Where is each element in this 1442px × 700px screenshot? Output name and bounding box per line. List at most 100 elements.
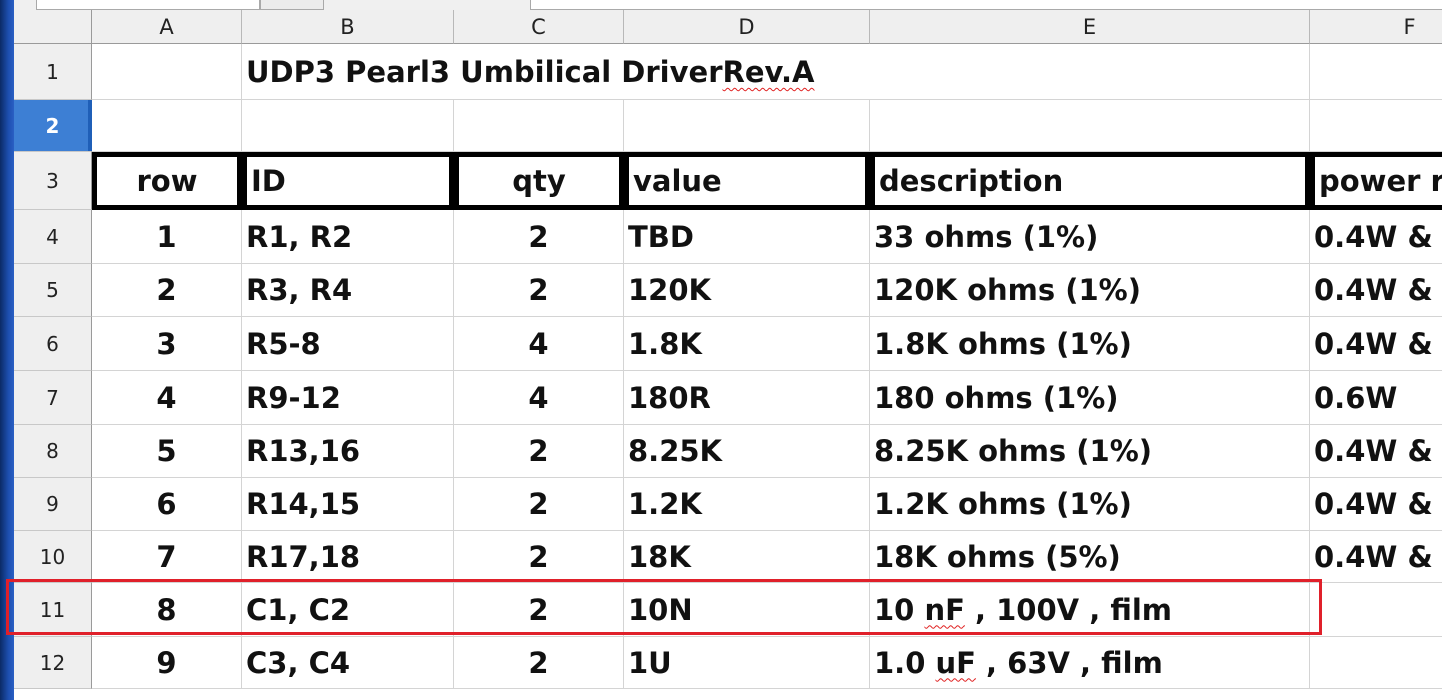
cell-qty[interactable]: 4 bbox=[454, 317, 624, 371]
cell-description[interactable]: 1.0 uF , 63V , film bbox=[870, 637, 1310, 689]
cell-power[interactable]: 0.4W & bbox=[1310, 478, 1442, 531]
column-header-f[interactable]: F bbox=[1310, 10, 1442, 44]
cell-id[interactable]: R17,18 bbox=[242, 531, 454, 583]
cell-row[interactable]: 1 bbox=[92, 210, 242, 264]
cell[interactable] bbox=[1310, 100, 1442, 152]
desc-text: 1.0 bbox=[874, 645, 936, 680]
cell[interactable] bbox=[1310, 44, 1442, 100]
cell-value[interactable]: 10N bbox=[624, 583, 870, 637]
row-header-6[interactable]: 6 bbox=[14, 317, 92, 371]
column-header-e[interactable]: E bbox=[870, 10, 1310, 44]
cell-qty[interactable]: 2 bbox=[454, 583, 624, 637]
cell-power[interactable] bbox=[1310, 583, 1442, 637]
cell-id[interactable]: R3, R4 bbox=[242, 264, 454, 317]
cell-value[interactable]: TBD bbox=[624, 210, 870, 264]
name-box-dropdown[interactable] bbox=[260, 0, 324, 10]
cell-description[interactable]: 180 ohms (1%) bbox=[870, 371, 1310, 425]
cell-id[interactable]: R9-12 bbox=[242, 371, 454, 425]
formula-input[interactable] bbox=[530, 0, 1442, 10]
cell-qty[interactable]: 2 bbox=[454, 531, 624, 583]
sheet-title[interactable]: UDP3 Pearl3 Umbilical Driver Rev.A bbox=[242, 44, 815, 100]
desc-text: , 63V , film bbox=[975, 645, 1163, 680]
cell[interactable] bbox=[870, 44, 1310, 100]
cell-qty[interactable]: 2 bbox=[454, 264, 624, 317]
cell-qty[interactable]: 4 bbox=[454, 371, 624, 425]
cell-power[interactable]: 0.4W & bbox=[1310, 317, 1442, 371]
cell-row[interactable]: 8 bbox=[92, 583, 242, 637]
header-value[interactable]: value bbox=[624, 152, 870, 210]
cell-qty[interactable]: 2 bbox=[454, 637, 624, 689]
cell-row[interactable]: 4 bbox=[92, 371, 242, 425]
cell-value[interactable]: 8.25K bbox=[624, 425, 870, 478]
row-header-2[interactable]: 2 bbox=[14, 100, 92, 152]
cell-qty[interactable]: 2 bbox=[454, 425, 624, 478]
cell-qty[interactable]: 2 bbox=[454, 478, 624, 531]
header-qty[interactable]: qty bbox=[454, 152, 624, 210]
cell-power[interactable]: 0.6W bbox=[1310, 371, 1442, 425]
cell-value[interactable]: 1.8K bbox=[624, 317, 870, 371]
cell-value[interactable]: 180R bbox=[624, 371, 870, 425]
row-header-12[interactable]: 12 bbox=[14, 637, 92, 689]
cell-row[interactable]: 5 bbox=[92, 425, 242, 478]
cell-id[interactable]: R5-8 bbox=[242, 317, 454, 371]
cell-description[interactable]: 33 ohms (1%) bbox=[870, 210, 1310, 264]
cell[interactable] bbox=[870, 100, 1310, 152]
cell-description[interactable]: 1.2K ohms (1%) bbox=[870, 478, 1310, 531]
row-header-4[interactable]: 4 bbox=[14, 210, 92, 264]
cell-row[interactable]: 2 bbox=[92, 264, 242, 317]
cell-id[interactable]: C1, C2 bbox=[242, 583, 454, 637]
cell-row[interactable]: 6 bbox=[92, 478, 242, 531]
cell-power[interactable] bbox=[1310, 637, 1442, 689]
cell-row[interactable]: 9 bbox=[92, 637, 242, 689]
cell-description[interactable]: 120K ohms (1%) bbox=[870, 264, 1310, 317]
cell-value[interactable]: 18K bbox=[624, 531, 870, 583]
row-header-9[interactable]: 9 bbox=[14, 478, 92, 531]
cell[interactable] bbox=[454, 100, 624, 152]
formula-toolbar bbox=[14, 0, 1442, 10]
cell[interactable] bbox=[92, 100, 242, 152]
row-header-5[interactable]: 5 bbox=[14, 264, 92, 317]
cell-value[interactable]: 120K bbox=[624, 264, 870, 317]
cell-row[interactable]: 3 bbox=[92, 317, 242, 371]
row-header-11[interactable]: 11 bbox=[14, 583, 92, 637]
cell-description[interactable]: 10 nF , 100V , film bbox=[870, 583, 1310, 637]
row-header-3[interactable]: 3 bbox=[14, 152, 92, 210]
cell-power[interactable]: 0.4W & bbox=[1310, 531, 1442, 583]
cell-row[interactable]: 7 bbox=[92, 531, 242, 583]
cell-description[interactable]: 1.8K ohms (1%) bbox=[870, 317, 1310, 371]
cell[interactable] bbox=[242, 100, 454, 152]
sheet-title-revision: Rev.A bbox=[722, 55, 815, 89]
header-row[interactable]: row bbox=[92, 152, 242, 210]
cell-id[interactable]: R13,16 bbox=[242, 425, 454, 478]
spreadsheet-grid[interactable]: A B C D E F 1 2 3 row ID qty value description power r… bbox=[14, 10, 1442, 700]
cell[interactable] bbox=[624, 100, 870, 152]
cell[interactable] bbox=[92, 44, 242, 100]
cell-value[interactable]: 1U bbox=[624, 637, 870, 689]
header-id[interactable]: ID bbox=[242, 152, 454, 210]
cell-power[interactable]: 0.4W & bbox=[1310, 210, 1442, 264]
header-description[interactable]: description bbox=[870, 152, 1310, 210]
desc-text: , 100V , film bbox=[964, 592, 1172, 627]
cell-power[interactable]: 0.4W & bbox=[1310, 264, 1442, 317]
column-header-c[interactable]: C bbox=[454, 10, 624, 44]
cell-id[interactable]: C3, C4 bbox=[242, 637, 454, 689]
header-power[interactable]: power r bbox=[1310, 152, 1442, 210]
window-frame bbox=[0, 0, 14, 700]
column-header-d[interactable]: D bbox=[624, 10, 870, 44]
row-header-7[interactable]: 7 bbox=[14, 371, 92, 425]
cell-qty[interactable]: 2 bbox=[454, 210, 624, 264]
cell-id[interactable]: R14,15 bbox=[242, 478, 454, 531]
row-header-1[interactable]: 1 bbox=[14, 44, 92, 100]
row-header-10[interactable]: 10 bbox=[14, 531, 92, 583]
column-header-a[interactable]: A bbox=[92, 10, 242, 44]
desc-unit: nF bbox=[924, 592, 965, 627]
cell-value[interactable]: 1.2K bbox=[624, 478, 870, 531]
cell-description[interactable]: 8.25K ohms (1%) bbox=[870, 425, 1310, 478]
cell-power[interactable]: 0.4W & bbox=[1310, 425, 1442, 478]
select-all-corner[interactable] bbox=[14, 10, 92, 44]
name-box[interactable] bbox=[36, 0, 260, 10]
cell-id[interactable]: R1, R2 bbox=[242, 210, 454, 264]
row-header-8[interactable]: 8 bbox=[14, 425, 92, 478]
cell-description[interactable]: 18K ohms (5%) bbox=[870, 531, 1310, 583]
column-header-b[interactable]: B bbox=[242, 10, 454, 44]
